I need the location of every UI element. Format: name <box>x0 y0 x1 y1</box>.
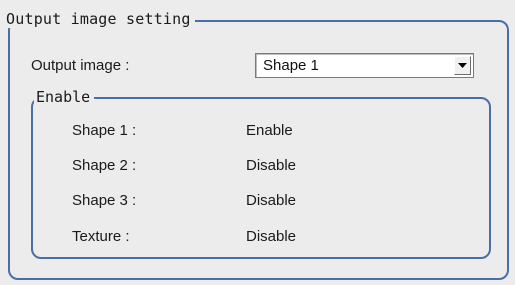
chevron-down-icon <box>458 63 467 68</box>
output-image-label: Output image : <box>31 57 130 74</box>
texture-value: Disable <box>246 228 297 245</box>
shape-3-label: Shape 3 : <box>72 192 137 209</box>
shape-2-label: Shape 2 : <box>72 157 137 174</box>
enable-group-title: Enable <box>34 88 95 106</box>
output-image-dropdown[interactable]: Shape 1 <box>255 53 474 78</box>
shape-1-value: Enable <box>246 122 293 139</box>
dropdown-button[interactable] <box>454 56 471 75</box>
shape-1-label: Shape 1 : <box>72 122 137 139</box>
shape-2-value: Disable <box>246 157 297 174</box>
output-image-setting-title: Output image setting <box>4 10 195 28</box>
texture-label: Texture : <box>72 228 130 245</box>
output-image-setting-panel: Output image setting Output image : Shap… <box>0 0 515 285</box>
shape-3-value: Disable <box>246 192 297 209</box>
output-image-selected-value: Shape 1 <box>263 57 319 74</box>
